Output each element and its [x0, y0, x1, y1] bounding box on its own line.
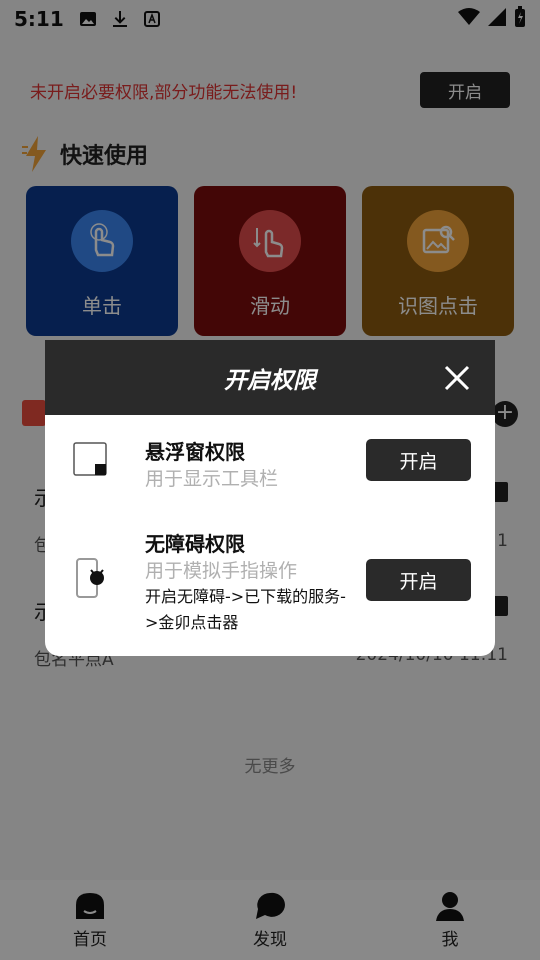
enable-overlay-button[interactable]: 开启	[366, 439, 471, 481]
close-icon[interactable]	[443, 364, 471, 392]
permission-title: 无障碍权限	[145, 532, 245, 556]
permission-extra: 开启无障碍->已下载的服务->金卯点击器	[145, 587, 346, 632]
dialog-header: 开启权限	[45, 340, 495, 415]
permission-desc: 用于显示工具栏	[145, 468, 279, 490]
permission-title: 悬浮窗权限	[145, 440, 245, 464]
enable-accessibility-button[interactable]: 开启	[366, 559, 471, 601]
permission-desc: 用于模拟手指操作	[145, 560, 298, 582]
permission-dialog: 开启权限 悬浮窗权限 用于显示工具栏 开启 无障碍权限 用于模拟手指操作 开启无…	[45, 340, 495, 656]
accessibility-phone-icon	[76, 558, 104, 598]
dialog-title: 开启权限	[224, 367, 316, 394]
floating-window-icon	[73, 442, 107, 476]
